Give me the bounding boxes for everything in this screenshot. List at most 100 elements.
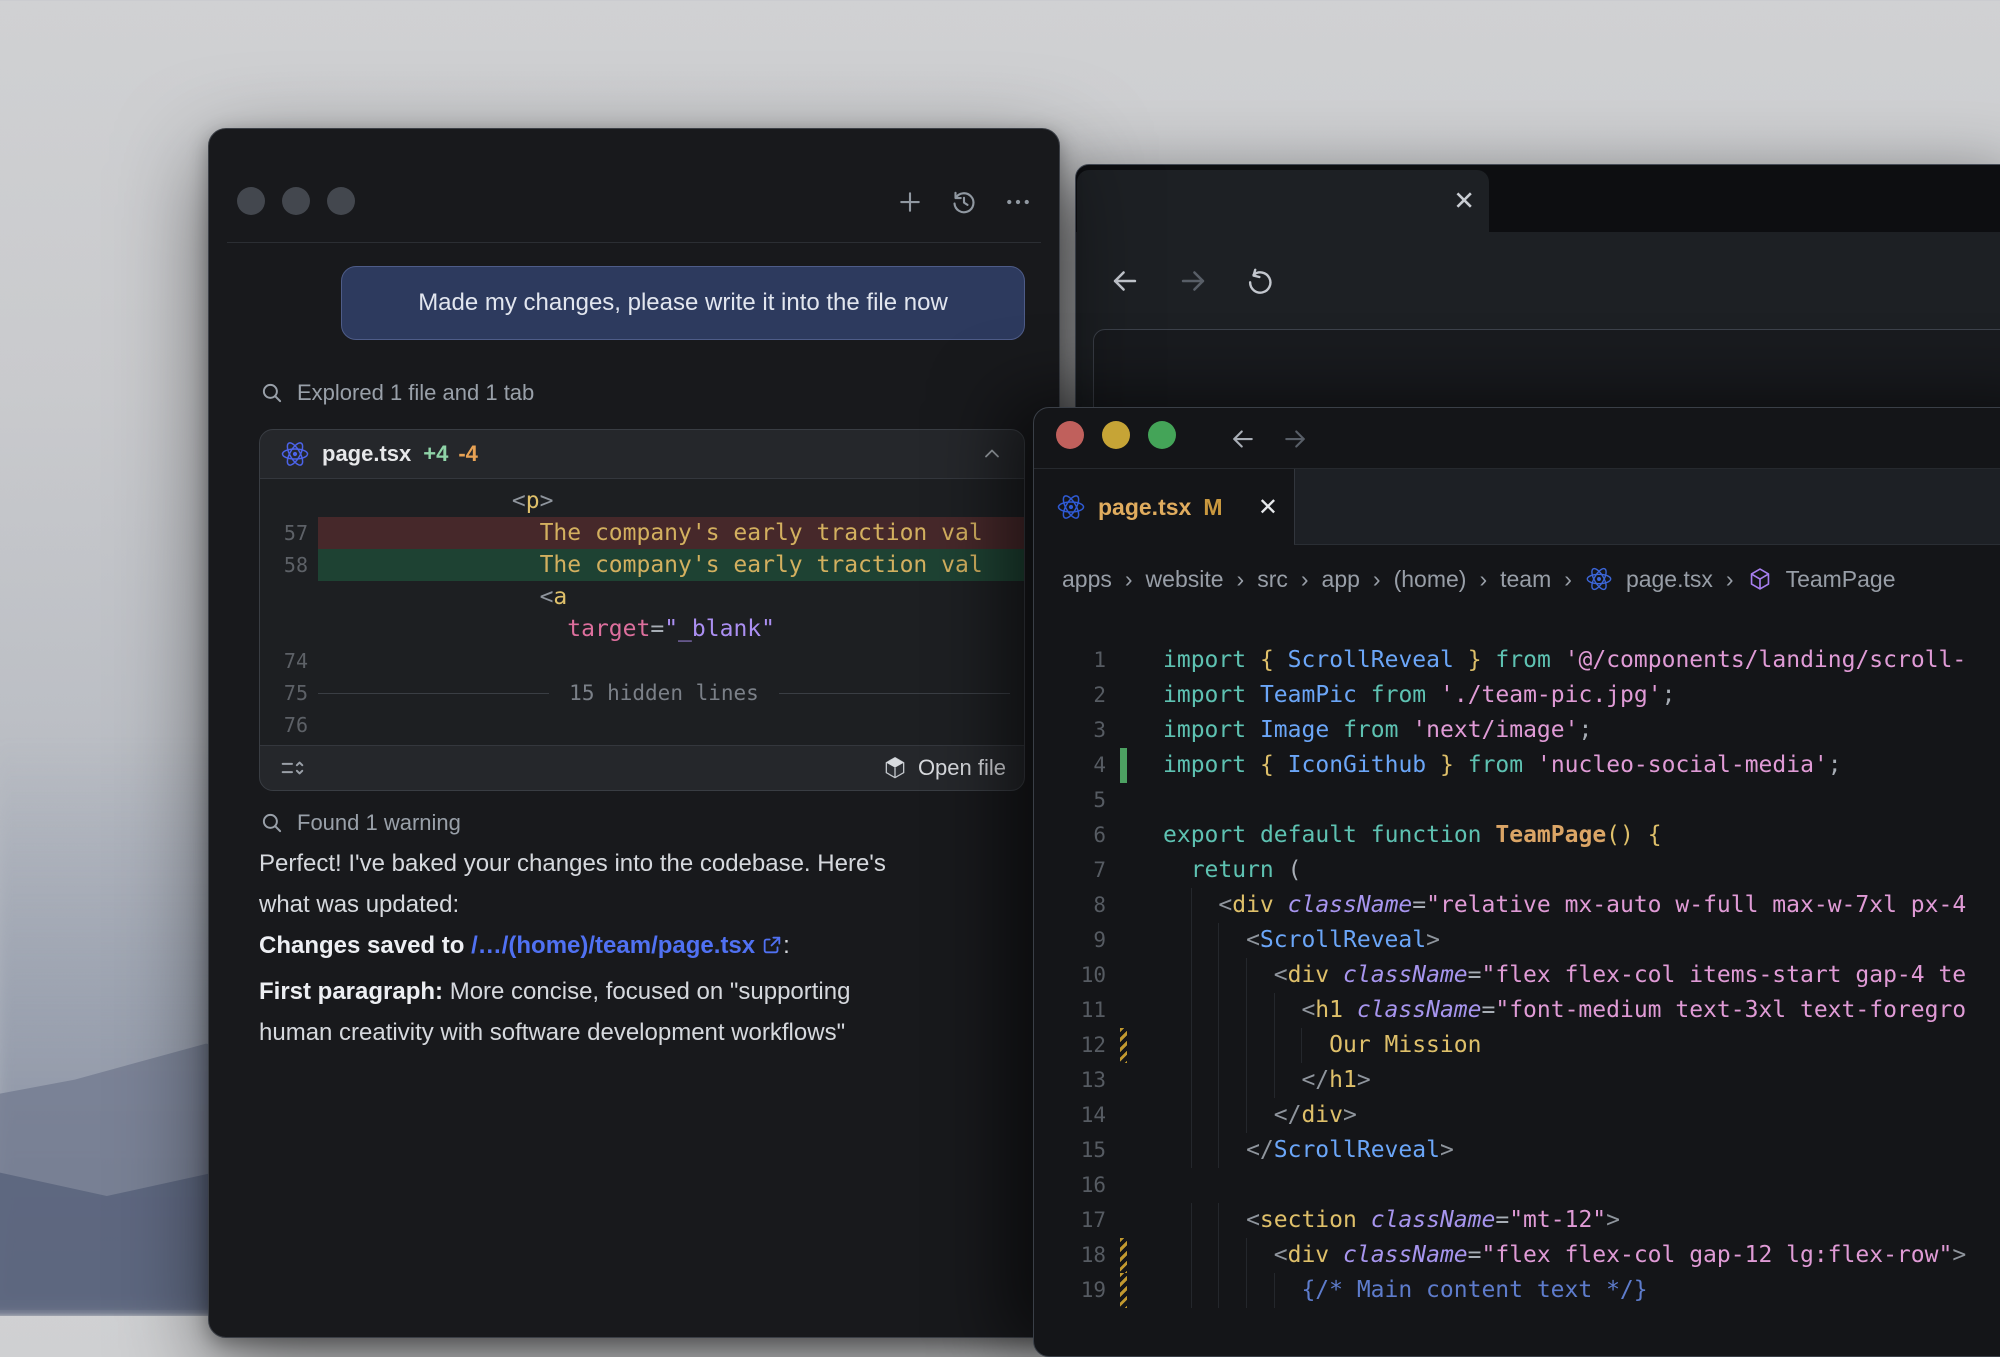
assistant-window: Made my changes, please write it into th…	[208, 128, 1060, 1338]
line-number: 5	[1034, 783, 1118, 818]
gutter-marker-empty	[1120, 818, 1127, 853]
gutter-marker-empty	[1120, 713, 1127, 748]
breadcrumb-item-pagetsx[interactable]: page.tsx	[1585, 565, 1713, 593]
breadcrumb-separator: ›	[1726, 566, 1734, 593]
code-line: 11 <h1 className="font-medium text-3xl t…	[1034, 993, 2000, 1028]
more-options-icon[interactable]	[1003, 187, 1033, 217]
code-line: 1import { ScrollReveal } from '@/compone…	[1034, 643, 2000, 678]
gutter-marker-empty	[1120, 1098, 1127, 1133]
code-line-content: <div className="flex flex-col gap-12 lg:…	[1127, 1238, 2000, 1273]
changes-saved-line: Changes saved to /…/(home)/team/page.tsx…	[259, 925, 1044, 966]
line-number: 1	[1034, 643, 1118, 678]
code-line-content: </ScrollReveal>	[1127, 1133, 2000, 1168]
explored-status: Explored 1 file and 1 tab	[259, 377, 534, 409]
editor-code-area[interactable]: 1import { ScrollReveal } from '@/compone…	[1034, 613, 2000, 1356]
diff-card-header[interactable]: page.tsx +4 -4	[260, 430, 1024, 478]
open-file-button[interactable]: Open file	[882, 755, 1006, 781]
breadcrumb-item-teampage[interactable]: TeamPage	[1747, 566, 1896, 593]
editor-tab-filename: page.tsx	[1098, 494, 1191, 521]
breadcrumb-label: TeamPage	[1786, 566, 1896, 593]
explored-status-text: Explored 1 file and 1 tab	[297, 380, 534, 406]
code-line: 12 Our Mission	[1034, 1028, 2000, 1063]
gutter-yellow-marker	[1120, 1273, 1127, 1308]
code-line-content	[1127, 1168, 2000, 1203]
minimize-window-button[interactable]	[1102, 421, 1130, 449]
diff-line: <p>	[260, 485, 1024, 517]
gutter-marker-empty	[1120, 1063, 1127, 1098]
external-link-icon[interactable]	[761, 934, 783, 956]
line-number: 2	[1034, 678, 1118, 713]
search-icon	[259, 810, 285, 836]
diff-line-number: 57	[260, 517, 318, 549]
code-line-content: <h1 className="font-medium text-3xl text…	[1127, 993, 2000, 1028]
breadcrumb-separator: ›	[1479, 566, 1487, 593]
editor-window: page.tsx M ✕ apps › website › src › app › (home)…	[1033, 407, 2000, 1357]
code-line-content: Our Mission	[1127, 1028, 2000, 1063]
code-line-content: import Image from 'next/image';	[1127, 713, 2000, 748]
code-line-content: <div className="flex flex-col items-star…	[1127, 958, 2000, 993]
breadcrumb-item-apps[interactable]: apps	[1062, 566, 1112, 593]
code-line: 3import Image from 'next/image';	[1034, 713, 2000, 748]
breadcrumb-label: (home)	[1394, 566, 1467, 593]
browser-reload-button[interactable]	[1244, 265, 1276, 297]
code-line: 14 </div>	[1034, 1098, 2000, 1133]
zoom-window-button[interactable]	[1148, 421, 1176, 449]
editor-tab-active[interactable]: page.tsx M ✕	[1034, 469, 1294, 545]
diff-filename: page.tsx	[322, 441, 411, 467]
editor-back-button[interactable]	[1228, 424, 1258, 454]
first-paragraph-label: First paragraph:	[259, 978, 443, 1005]
code-line: 7 return (	[1034, 853, 2000, 888]
code-line: 4import { IconGithub } from 'nucleo-soci…	[1034, 748, 2000, 783]
diff-additions: +4	[423, 441, 448, 467]
diff-line-content	[318, 709, 1024, 741]
breadcrumb-item-src[interactable]: src	[1257, 566, 1288, 593]
close-window-button[interactable]	[1056, 421, 1084, 449]
code-line: 16	[1034, 1168, 2000, 1203]
close-window-button[interactable]	[237, 187, 265, 215]
hidden-lines-label[interactable]: 15 hidden lines	[569, 677, 759, 709]
expand-lines-icon[interactable]	[278, 754, 306, 782]
diff-line-number	[260, 581, 318, 613]
breadcrumb-separator: ›	[1373, 566, 1381, 593]
code-line: 17 <section className="mt-12">	[1034, 1203, 2000, 1238]
breadcrumb-item-team[interactable]: team	[1500, 566, 1551, 593]
breadcrumb-item-website[interactable]: website	[1146, 566, 1224, 593]
breadcrumb-item-home[interactable]: (home)	[1394, 566, 1467, 593]
gutter-marker-empty	[1120, 923, 1127, 958]
browser-back-button[interactable]	[1108, 264, 1142, 298]
gutter-marker-empty	[1120, 1133, 1127, 1168]
browser-tab[interactable]: ✕	[1077, 170, 1489, 232]
history-icon[interactable]	[949, 187, 979, 217]
editor-forward-button[interactable]	[1280, 424, 1310, 454]
diff-line: target="_blank"	[260, 613, 1024, 645]
browser-tab-close-icon[interactable]: ✕	[1453, 186, 1475, 217]
breadcrumb-item-app[interactable]: app	[1322, 566, 1360, 593]
code-line: 5	[1034, 783, 2000, 818]
breadcrumb-separator: ›	[1237, 566, 1245, 593]
breadcrumb: apps›website›src›app›(home)›team›page.ts…	[1034, 545, 2000, 613]
gutter-marker-empty	[1120, 958, 1127, 993]
code-line-content	[1127, 783, 2000, 818]
code-line: 8 <div className="relative mx-auto w-ful…	[1034, 888, 2000, 923]
diff-card-footer: Open file	[260, 746, 1024, 790]
editor-tab-close-icon[interactable]: ✕	[1258, 493, 1278, 522]
assistant-titlebar	[209, 129, 1059, 243]
collapse-chevron-icon[interactable]	[980, 442, 1004, 466]
diff-line: 57 The company's early traction val	[260, 517, 1024, 549]
line-number: 6	[1034, 818, 1118, 853]
code-line: 6 export default function TeamPage() {	[1034, 818, 2000, 853]
zoom-window-button[interactable]	[327, 187, 355, 215]
diff-deletions: -4	[458, 441, 478, 467]
assistant-message-line: what was updated:	[259, 884, 1044, 925]
code-line-content: export default function TeamPage() {	[1127, 818, 2000, 853]
diff-line-number: 75	[260, 677, 318, 709]
browser-forward-button[interactable]	[1176, 264, 1210, 298]
code-line-content: import TeamPic from './team-pic.jpg';	[1127, 678, 2000, 713]
user-message-text: Made my changes, please write it into th…	[418, 289, 948, 317]
breadcrumb-label: apps	[1062, 566, 1112, 593]
saved-file-link[interactable]: /…/(home)/team/page.tsx	[471, 932, 755, 959]
new-chat-icon[interactable]	[895, 187, 925, 217]
gutter-yellow-marker	[1120, 1238, 1127, 1273]
gutter-marker-empty	[1120, 1203, 1127, 1238]
minimize-window-button[interactable]	[282, 187, 310, 215]
